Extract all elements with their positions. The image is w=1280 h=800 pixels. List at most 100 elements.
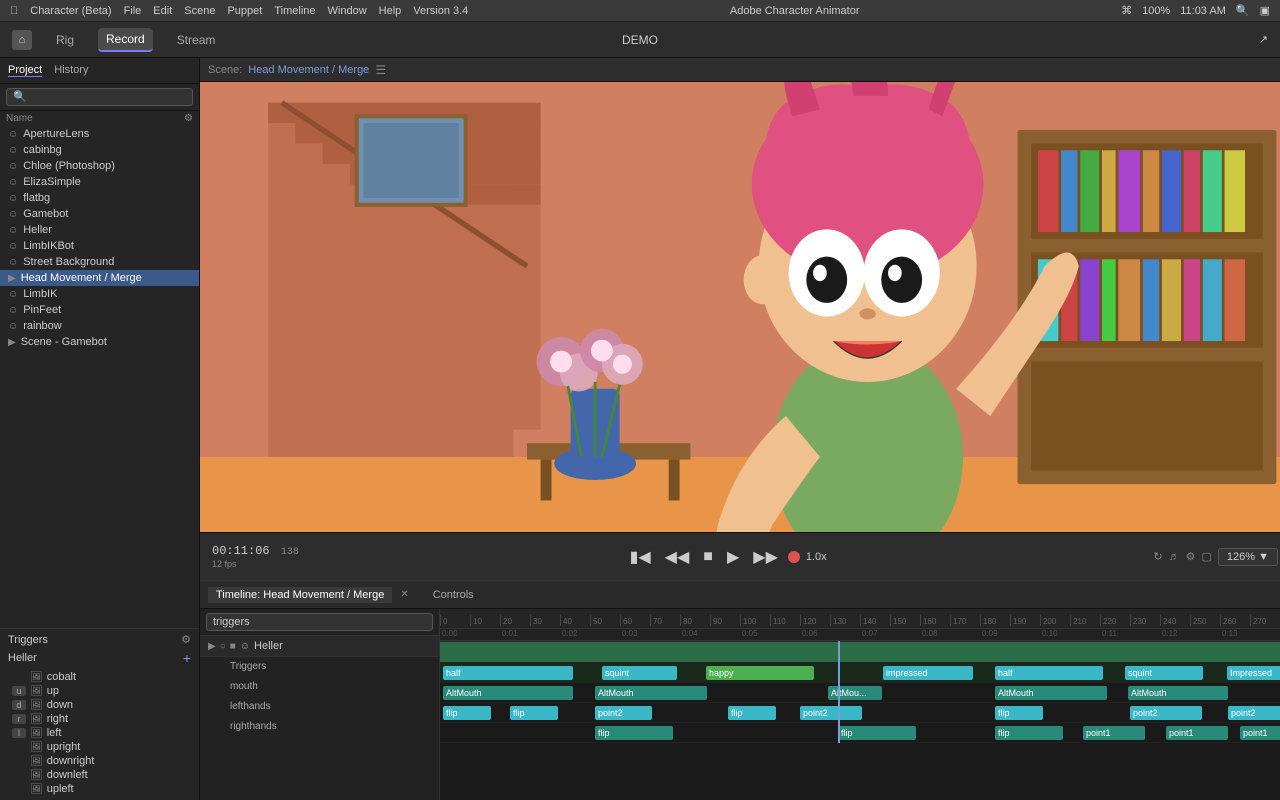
zoom-display[interactable]: 126% ▼ — [1218, 548, 1278, 566]
project-item-rainbow[interactable]: ☺ rainbow — [0, 318, 199, 334]
add-trigger-button[interactable]: + — [183, 650, 191, 666]
project-item-eliza[interactable]: ☺ ElizaSimple — [0, 174, 199, 190]
clip-impressed-2[interactable]: Impressed — [1227, 666, 1280, 680]
project-item-scene-gamebot[interactable]: ▶ Scene - Gamebot — [0, 334, 199, 350]
clip-squint-1[interactable]: squint — [602, 666, 677, 680]
clip-altmouth-1[interactable]: AltMouth — [443, 686, 573, 700]
time-display: 00:11:06 138 — [212, 544, 299, 558]
triggers-settings[interactable]: ⚙ — [181, 633, 191, 646]
fullscreen-icon[interactable]: ▢ — [1202, 550, 1212, 563]
project-item-pinfeet[interactable]: ☺ PinFeet — [0, 302, 199, 318]
clip-flip-3[interactable]: flip — [728, 706, 776, 720]
clip-squint-2[interactable]: squint — [1125, 666, 1203, 680]
clip-flip-2[interactable]: flip — [510, 706, 558, 720]
trigger-up[interactable]: u 🖼 up — [8, 684, 191, 698]
clip-flip-4[interactable]: flip — [995, 706, 1043, 720]
ruler-mark: 120 — [800, 615, 830, 626]
clip-point2-3[interactable]: point2 — [1130, 706, 1202, 720]
clip-point2-2[interactable]: point2 — [800, 706, 862, 720]
menu-help[interactable]: Help — [379, 5, 402, 17]
frame-forward-button[interactable]: ▶▶ — [749, 545, 782, 569]
puppet-name: Heller — [254, 640, 283, 652]
timeline-puppet-row[interactable]: ▶ ○ ■ ☺ Heller — [200, 636, 439, 657]
history-tab[interactable]: History — [54, 64, 88, 77]
clip-altmouth-3[interactable]: AltMou... — [828, 686, 882, 700]
clip-flip-r2[interactable]: flip — [838, 726, 916, 740]
timeline-search-input[interactable] — [206, 613, 433, 631]
record-indicator[interactable] — [788, 551, 800, 563]
settings-icon[interactable]: ⚙ — [184, 113, 193, 124]
clip-flip-r3[interactable]: flip — [995, 726, 1063, 740]
skip-to-start-button[interactable]: ▮◀ — [626, 545, 655, 569]
home-button[interactable]: ⌂ — [12, 30, 32, 50]
audio-icon[interactable]: ♬ — [1169, 551, 1180, 563]
menu-timeline[interactable]: Timeline — [274, 5, 315, 17]
speed-display[interactable]: 1.0x — [806, 551, 827, 563]
trigger-name: upright — [47, 741, 81, 753]
nav-stream[interactable]: Stream — [169, 29, 224, 51]
stop-button[interactable]: ■ — [699, 546, 717, 568]
clip-point1-2[interactable]: point1 — [1166, 726, 1228, 740]
project-item-limbikbot[interactable]: ☺ LimbIKBot — [0, 238, 199, 254]
puppet-solo-icon[interactable]: ○ — [220, 641, 226, 652]
clip-altmouth-2[interactable]: AltMouth — [595, 686, 707, 700]
clip-half-2[interactable]: half — [995, 666, 1103, 680]
trigger-upright[interactable]: 🖼 upright — [8, 740, 191, 754]
menu-file[interactable]: File — [124, 5, 142, 17]
menu-scene[interactable]: Scene — [184, 5, 215, 17]
project-item-flatbg[interactable]: ☺ flatbg — [0, 190, 199, 206]
nav-bar: ⌂ Rig Record Stream DEMO ↗ — [0, 22, 1280, 58]
search-icon[interactable]: 🔍 — [1236, 4, 1250, 17]
trigger-right[interactable]: r 🖼 right — [8, 712, 191, 726]
project-item-aperturelens[interactable]: ☺ ApertureLens — [0, 126, 199, 142]
play-button[interactable]: ▶ — [723, 545, 743, 569]
project-item-headmovement[interactable]: ▶ Head Movement / Merge — [0, 270, 199, 286]
menu-window[interactable]: Window — [328, 5, 367, 17]
clip-point2-1[interactable]: point2 — [595, 706, 652, 720]
trigger-down[interactable]: d 🖼 down — [8, 698, 191, 712]
clip-point2-4[interactable]: point2 — [1228, 706, 1280, 720]
clip-altmouth-5[interactable]: AltMouth — [1128, 686, 1228, 700]
frame-back-button[interactable]: ◀◀ — [661, 545, 694, 569]
project-item-streetbg[interactable]: ☺ Street Background — [0, 254, 199, 270]
clip-flip-1[interactable]: flip — [443, 706, 491, 720]
nav-record[interactable]: Record — [98, 28, 153, 52]
project-search-input[interactable] — [6, 88, 193, 106]
project-tab[interactable]: Project — [8, 64, 42, 77]
controls-tab[interactable]: Controls — [425, 587, 482, 603]
menu-edit[interactable]: Edit — [153, 5, 172, 17]
clip-flip-r1[interactable]: flip — [595, 726, 673, 740]
puppet-visibility-icon[interactable]: ▶ — [208, 641, 216, 652]
trigger-left[interactable]: l 🖼 left — [8, 726, 191, 740]
clip-point1-1[interactable]: point1 — [1083, 726, 1145, 740]
clip-half-1[interactable]: half — [443, 666, 573, 680]
scene-label: Scene: — [208, 64, 242, 76]
share-icon[interactable]: ↗ — [1259, 33, 1268, 46]
nav-rig[interactable]: Rig — [48, 29, 82, 51]
menu-character[interactable]: Character (Beta) — [30, 5, 111, 17]
project-item-cabinbg[interactable]: ☺ cabinbg — [0, 142, 199, 158]
project-item-heller[interactable]: ☺ Heller — [0, 222, 199, 238]
trigger-upleft[interactable]: 🖼 upleft — [8, 782, 191, 796]
trigger-icon: 🖼 — [30, 700, 43, 711]
puppet-lock-icon[interactable]: ■ — [230, 641, 236, 652]
scene-name[interactable]: Head Movement / Merge — [248, 64, 369, 76]
project-item-limbik[interactable]: ☺ LimbIK — [0, 286, 199, 302]
project-item-gamebot[interactable]: ☺ Gamebot — [0, 206, 199, 222]
scene-menu-icon[interactable]: ☰ — [375, 63, 386, 77]
timeline-close-icon[interactable]: ✕ — [400, 589, 408, 600]
menu-puppet[interactable]: Puppet — [227, 5, 262, 17]
clip-altmouth-4[interactable]: AltMouth — [995, 686, 1107, 700]
trigger-downright[interactable]: 🖼 downright — [8, 754, 191, 768]
project-item-chloe[interactable]: ☺ Chloe (Photoshop) — [0, 158, 199, 174]
triggers-puppet-row: Heller + — [8, 650, 191, 666]
loop-icon[interactable]: ↻ — [1153, 550, 1162, 563]
clip-impressed-1[interactable]: impressed — [883, 666, 973, 680]
trigger-downleft[interactable]: 🖼 downleft — [8, 768, 191, 782]
track-label-triggers: Triggers — [200, 657, 439, 677]
clip-happy[interactable]: happy — [706, 666, 814, 680]
playback-settings-icon[interactable]: ⚙ — [1186, 550, 1196, 563]
timeline-tab[interactable]: Timeline: Head Movement / Merge — [208, 587, 392, 603]
notification-icon[interactable]: ▣ — [1260, 4, 1270, 17]
clip-point1-3[interactable]: point1 — [1240, 726, 1280, 740]
